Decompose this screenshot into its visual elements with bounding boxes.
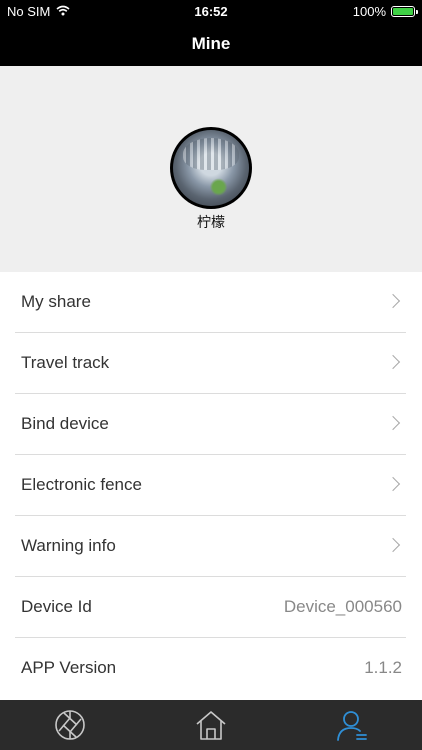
tab-bar bbox=[0, 700, 422, 750]
chevron-right-icon bbox=[385, 415, 401, 431]
app-version-row: APP Version 1.1.2 bbox=[15, 638, 406, 699]
tab-profile[interactable] bbox=[335, 708, 369, 742]
user-profile-icon bbox=[335, 711, 369, 746]
camera-shutter-icon bbox=[53, 710, 87, 746]
menu-item-bind-device[interactable]: Bind device bbox=[15, 394, 406, 455]
menu-item-electronic-fence[interactable]: Electronic fence bbox=[15, 455, 406, 516]
user-name: 柠檬 bbox=[197, 214, 225, 230]
menu-item-label: Warning info bbox=[21, 536, 116, 555]
menu-item-warning-info[interactable]: Warning info bbox=[15, 516, 406, 577]
navigation-bar: Mine bbox=[0, 22, 422, 66]
chevron-right-icon bbox=[385, 354, 401, 370]
app-version-label: APP Version bbox=[21, 658, 117, 677]
status-right: 100% bbox=[352, 4, 418, 19]
chevron-right-icon bbox=[385, 537, 401, 553]
device-id-value: Device_000560 bbox=[283, 597, 402, 616]
home-icon bbox=[194, 711, 228, 746]
menu-item-label: Electronic fence bbox=[21, 475, 142, 494]
avatar-image bbox=[173, 130, 249, 206]
menu-item-my-share[interactable]: My share bbox=[15, 272, 406, 333]
tab-camera[interactable] bbox=[53, 708, 87, 742]
device-id-label: Device Id bbox=[21, 597, 92, 616]
status-bar: No SIM 16:52 100% bbox=[0, 0, 422, 22]
chevron-right-icon bbox=[385, 476, 401, 492]
battery-percent: 100% bbox=[352, 4, 386, 19]
menu-item-label: My share bbox=[21, 292, 91, 311]
battery-icon bbox=[391, 6, 418, 17]
menu-item-label: Travel track bbox=[21, 353, 110, 372]
settings-list: My share Travel track Bind device Electr… bbox=[0, 272, 422, 699]
avatar[interactable] bbox=[170, 127, 252, 209]
page-title: Mine bbox=[191, 34, 231, 53]
chevron-right-icon bbox=[385, 293, 401, 309]
menu-item-label: Bind device bbox=[21, 414, 109, 433]
device-id-row: Device Id Device_000560 bbox=[15, 577, 406, 638]
menu-item-travel-track[interactable]: Travel track bbox=[15, 333, 406, 394]
tab-home[interactable] bbox=[194, 708, 228, 742]
profile-header: 柠檬 bbox=[0, 66, 422, 272]
app-version-value: 1.1.2 bbox=[364, 658, 402, 677]
